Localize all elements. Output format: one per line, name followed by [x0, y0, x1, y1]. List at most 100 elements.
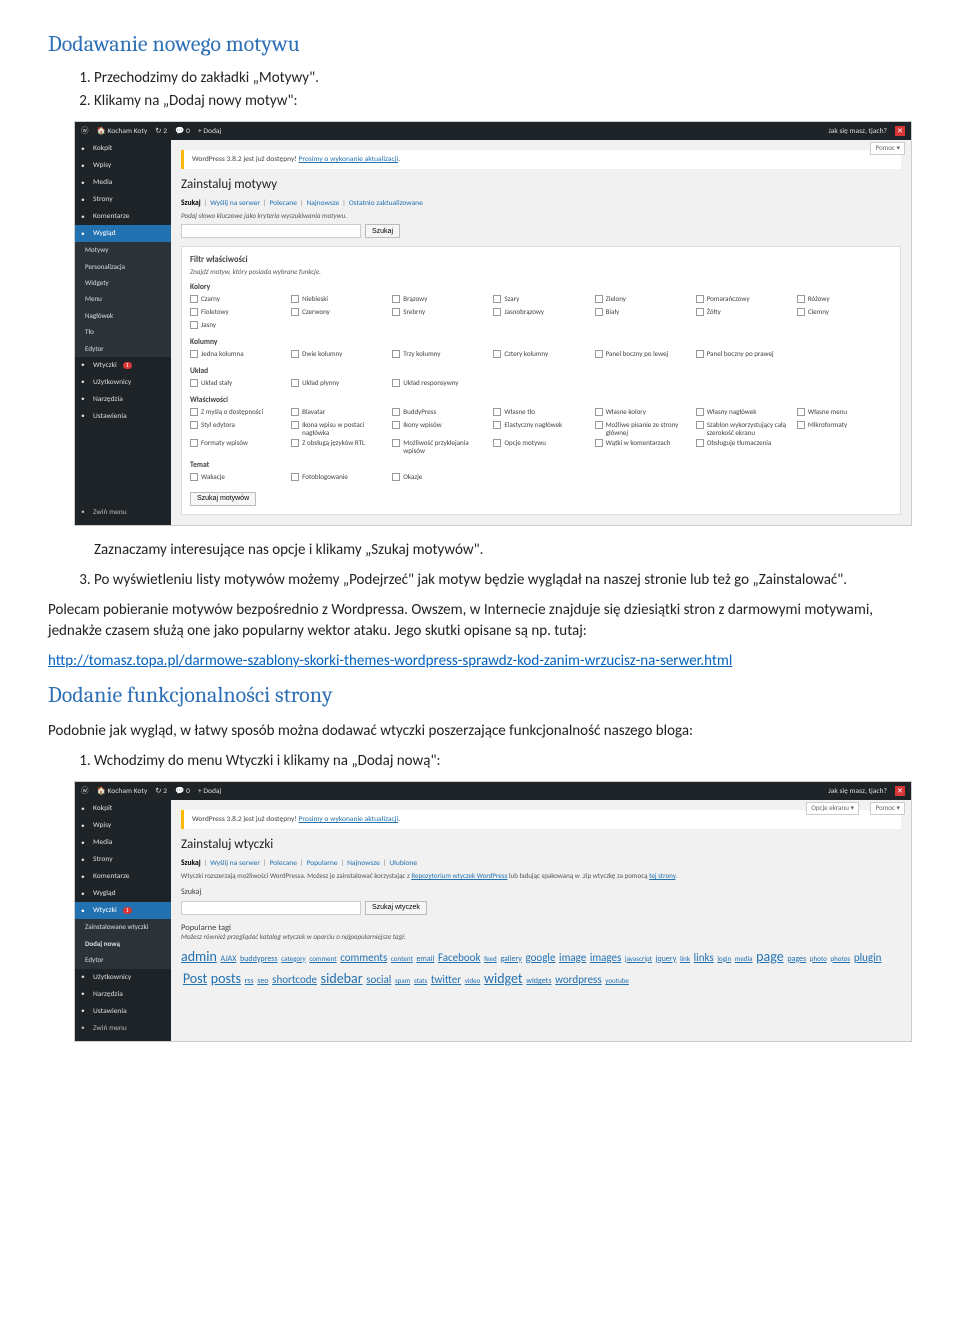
sidebar-item[interactable]: Motywy — [75, 242, 171, 258]
filter-checkbox[interactable]: Jasnobrązowy — [493, 308, 588, 319]
sidebar-item[interactable]: Edytor — [75, 341, 171, 357]
tag-link[interactable]: video — [465, 976, 481, 985]
filter-checkbox[interactable]: Blavatar — [291, 408, 386, 419]
tag-link[interactable]: wordpress — [555, 973, 602, 986]
tag-link[interactable]: pages — [787, 954, 806, 964]
tag-link[interactable]: shortcode — [272, 973, 317, 986]
sidebar-item[interactable]: •Użytkownicy — [75, 374, 171, 391]
tag-link[interactable]: admin — [181, 948, 217, 965]
tag-link[interactable]: plugin — [854, 951, 882, 964]
wp-logo-icon[interactable]: ⓦ — [81, 787, 89, 796]
close-icon[interactable]: ✕ — [895, 126, 905, 136]
filter-checkbox[interactable]: Elastyczny nagłówek — [493, 421, 588, 437]
tag-link[interactable]: javascript — [625, 954, 652, 963]
sidebar-item[interactable]: •Wpisy — [75, 817, 171, 834]
add-new[interactable]: + Dodaj — [198, 787, 221, 796]
sidebar-item[interactable]: •Wygląd — [75, 225, 171, 242]
filter-checkbox[interactable]: Pomarańczowy — [696, 295, 791, 306]
filter-checkbox[interactable]: Panel boczny po prawej — [696, 350, 791, 361]
greeting[interactable]: Jak się masz, tjach? — [828, 127, 887, 136]
add-new[interactable]: + Dodaj — [198, 127, 221, 136]
sidebar-item[interactable]: Tło — [75, 324, 171, 340]
filter-checkbox[interactable]: Układ płynny — [291, 379, 386, 390]
filter-checkbox[interactable]: Cztery kolumny — [493, 350, 588, 361]
filter-checkbox[interactable]: Jedna kolumna — [190, 350, 285, 361]
tag-link[interactable]: login — [717, 954, 731, 963]
filter-checkbox[interactable]: Własne kolory — [595, 408, 690, 419]
updates-icon[interactable]: ↻ 2 — [155, 787, 167, 796]
screen-options-tab[interactable]: Opcje ekranu ▾ — [806, 802, 859, 814]
tag-link[interactable]: email — [416, 954, 434, 964]
tab[interactable]: Szukaj — [181, 199, 201, 208]
sidebar-item[interactable]: •Wygląd — [75, 885, 171, 902]
tag-link[interactable]: social — [366, 973, 391, 986]
greeting[interactable]: Jak się masz, tjach? — [828, 787, 887, 796]
tag-link[interactable]: comment — [309, 954, 336, 963]
filter-checkbox[interactable]: Szablon wykorzystujący całą szerokość ek… — [696, 421, 791, 437]
sidebar-item[interactable]: •Ustawienia — [75, 408, 171, 425]
filter-checkbox[interactable]: Okazje — [392, 473, 487, 484]
tag-link[interactable]: sidebar — [321, 970, 363, 987]
sidebar-item[interactable]: Menu — [75, 291, 171, 307]
external-link[interactable]: http://tomasz.topa.pl/darmowe-szablony-s… — [48, 652, 732, 670]
tag-link[interactable]: AJAX — [220, 954, 236, 964]
sidebar-item[interactable]: •Strony — [75, 851, 171, 868]
help-tab[interactable]: Pomoc ▾ — [870, 142, 905, 154]
sidebar-item[interactable]: •Komentarze — [75, 868, 171, 885]
search-input[interactable] — [181, 224, 361, 238]
tag-link[interactable]: comments — [340, 951, 387, 964]
sidebar-item[interactable]: •Media — [75, 834, 171, 851]
sidebar-item[interactable]: •Użytkownicy — [75, 969, 171, 986]
close-icon[interactable]: ✕ — [895, 786, 905, 796]
filter-checkbox[interactable]: Zielony — [595, 295, 690, 306]
sidebar-item[interactable]: Personalizacja — [75, 259, 171, 275]
tag-link[interactable]: links — [694, 951, 714, 964]
search-themes-button[interactable]: Szukaj motywów — [190, 492, 256, 506]
tag-link[interactable]: Post — [183, 970, 207, 987]
filter-checkbox[interactable]: Panel boczny po lewej — [595, 350, 690, 361]
filter-checkbox[interactable]: Styl edytora — [190, 421, 285, 437]
filter-checkbox[interactable]: Wakacje — [190, 473, 285, 484]
tag-link[interactable]: jquery — [656, 954, 677, 964]
tab[interactable]: Wyślij na serwer — [210, 859, 260, 868]
help-tab[interactable]: Pomoc ▾ — [870, 802, 905, 814]
filter-checkbox[interactable]: Trzy kolumny — [392, 350, 487, 361]
filter-checkbox[interactable]: Własny nagłówek — [696, 408, 791, 419]
filter-checkbox[interactable]: Fioletowy — [190, 308, 285, 319]
sidebar-item[interactable]: Widgety — [75, 275, 171, 291]
update-link[interactable]: Prosimy o wykonanie aktualizacji — [299, 815, 399, 824]
site-name[interactable]: 🏠 Kocham Koty — [97, 127, 148, 136]
sidebar-item[interactable]: •Media — [75, 174, 171, 191]
tag-link[interactable]: rss — [245, 976, 254, 986]
sidebar-item[interactable]: Nagłówek — [75, 308, 171, 324]
tag-link[interactable]: link — [680, 954, 690, 963]
filter-checkbox[interactable]: Z obsługą języków RTL — [291, 439, 386, 455]
filter-checkbox[interactable]: Srebrny — [392, 308, 487, 319]
tab[interactable]: Ulubione — [389, 859, 417, 868]
sidebar-item[interactable]: Zainstalowane wtyczki — [75, 919, 171, 935]
sidebar-item[interactable]: •Zwiń menu — [75, 504, 171, 521]
tag-link[interactable]: images — [590, 951, 621, 964]
filter-checkbox[interactable]: BuddyPress — [392, 408, 487, 419]
wp-logo-icon[interactable]: ⓦ — [81, 127, 89, 136]
sidebar-item[interactable]: •Kokpit — [75, 800, 171, 817]
search-plugins-button[interactable]: Szukaj wtyczek — [365, 901, 427, 915]
filter-checkbox[interactable]: Opcje motywu — [493, 439, 588, 455]
tab[interactable]: Najnowsze — [347, 859, 380, 868]
filter-checkbox[interactable]: Biały — [595, 308, 690, 319]
tag-link[interactable]: twitter — [431, 973, 461, 986]
sidebar-item[interactable]: •Narzędzia — [75, 986, 171, 1003]
tag-link[interactable]: widgets — [526, 976, 551, 986]
tag-link[interactable]: seo — [257, 976, 268, 986]
sidebar-item[interactable]: •Wtyczki1 — [75, 357, 171, 374]
filter-checkbox[interactable]: Z myślą o dostępności — [190, 408, 285, 419]
filter-checkbox[interactable]: Czarny — [190, 295, 285, 306]
tag-link[interactable]: photo — [810, 954, 827, 963]
tag-link[interactable]: stats — [414, 976, 427, 985]
tag-link[interactable]: feed — [484, 954, 497, 963]
filter-checkbox[interactable]: Ikony wpisów — [392, 421, 487, 437]
filter-checkbox[interactable]: Dwie kolumny — [291, 350, 386, 361]
sidebar-item[interactable]: •Ustawienia — [75, 1003, 171, 1020]
tag-link[interactable]: Facebook — [438, 951, 481, 964]
filter-checkbox[interactable]: Różowy — [797, 295, 892, 306]
